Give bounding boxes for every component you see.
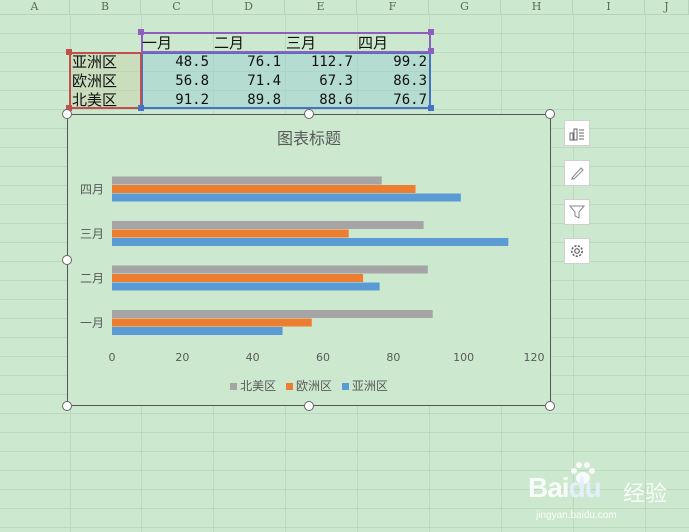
watermark-brand: Baidu: [528, 472, 602, 503]
value-cell[interactable]: 76.7: [357, 90, 427, 110]
category-tick-label: 二月: [80, 271, 104, 285]
value-cell[interactable]: 99.2: [357, 52, 427, 72]
legend-swatch: [341, 383, 349, 390]
watermark-jingyan: 经验: [623, 482, 668, 507]
value-cell[interactable]: 67.3: [285, 71, 353, 91]
baidu-watermark: Baidu 经验 jingyan.baidu.com: [528, 460, 678, 524]
legend-label: 欧洲区: [295, 379, 332, 393]
chart-filter-button[interactable]: [564, 199, 590, 225]
column-header-b[interactable]: B: [70, 0, 141, 14]
resize-handle-top[interactable]: [304, 109, 314, 119]
value-cell[interactable]: 88.6: [285, 90, 353, 110]
watermark-url: jingyan.baidu.com: [536, 510, 617, 521]
range-handle[interactable]: [428, 48, 434, 54]
legend-label: 亚洲区: [351, 379, 388, 393]
value-cell[interactable]: 112.7: [285, 52, 353, 72]
range-handle[interactable]: [428, 105, 434, 111]
header-cell[interactable]: 二月: [214, 33, 284, 53]
resize-handle-left[interactable]: [62, 255, 72, 265]
column-header-h[interactable]: H: [501, 0, 573, 14]
bar[interactable]: [112, 282, 380, 291]
x-tick-label: 120: [524, 351, 545, 364]
chart-legend[interactable]: 北美区 欧洲区 亚洲区: [68, 377, 550, 394]
column-header-g[interactable]: G: [429, 0, 501, 14]
bar[interactable]: [112, 274, 364, 282]
legend-item[interactable]: 欧洲区: [285, 377, 332, 394]
value-cell[interactable]: 48.5: [141, 52, 209, 72]
row-label-cell[interactable]: 亚洲区: [72, 52, 140, 72]
value-cell[interactable]: 76.1: [213, 52, 281, 72]
bar[interactable]: [112, 221, 424, 229]
value-cell[interactable]: 56.8: [141, 71, 209, 91]
bar-chart-plot[interactable]: 一月 二月 三月 四月 0 20 40 60 80 100 120: [68, 115, 552, 407]
value-cell[interactable]: 86.3: [357, 71, 427, 91]
column-header-c[interactable]: C: [141, 0, 213, 14]
legend-swatch: [230, 383, 238, 390]
row-label-cell[interactable]: 北美区: [72, 90, 140, 110]
column-header-f[interactable]: F: [357, 0, 429, 14]
bar[interactable]: [112, 318, 312, 327]
legend-item[interactable]: 北美区: [230, 377, 276, 394]
chart-elements-button[interactable]: [564, 120, 590, 146]
value-cell[interactable]: 71.4: [213, 71, 281, 91]
column-header-row: A B C D E F G H I J: [0, 0, 689, 15]
bar[interactable]: [112, 265, 428, 274]
chart-area[interactable]: 图表标题 一月 二月 三月 四月 0 20 40 60 80 100 120 北美区 欧洲区 亚洲区: [67, 114, 551, 406]
legend-item[interactable]: 亚洲区: [341, 377, 388, 394]
column-header-e[interactable]: E: [285, 0, 357, 14]
x-tick-label: 60: [316, 351, 330, 364]
category-tick-label: 三月: [80, 227, 104, 241]
bar[interactable]: [112, 238, 509, 246]
resize-handle-top-left[interactable]: [62, 109, 72, 119]
category-tick-label: 四月: [80, 182, 104, 196]
bar[interactable]: [112, 193, 461, 202]
chart-style-button[interactable]: [564, 160, 590, 186]
column-header-i[interactable]: I: [573, 0, 645, 14]
category-tick-label: 一月: [80, 316, 104, 330]
chart-settings-icon: [571, 245, 583, 257]
resize-handle-bottom-right[interactable]: [545, 401, 555, 411]
legend-label: 北美区: [240, 379, 277, 393]
x-tick-label: 40: [246, 351, 260, 364]
column-header-j[interactable]: J: [645, 0, 689, 14]
chart-elements-icon: [569, 128, 584, 141]
x-tick-label: 0: [109, 351, 116, 364]
range-handle[interactable]: [428, 29, 434, 35]
chart-settings-button[interactable]: [564, 238, 590, 264]
chart-filter-icon: [569, 205, 585, 219]
header-cell[interactable]: 一月: [142, 33, 212, 53]
column-header-d[interactable]: D: [213, 0, 285, 14]
x-tick-label: 80: [386, 351, 400, 364]
bar[interactable]: [112, 176, 382, 185]
x-tick-label: 20: [175, 351, 189, 364]
header-cell[interactable]: 三月: [286, 33, 356, 53]
header-cell[interactable]: 四月: [358, 33, 428, 53]
resize-handle-bottom-left[interactable]: [62, 401, 72, 411]
legend-swatch: [285, 383, 293, 390]
column-header-a[interactable]: A: [0, 0, 70, 14]
resize-handle-top-right[interactable]: [545, 109, 555, 119]
x-tick-label: 100: [453, 351, 474, 364]
bar[interactable]: [112, 229, 349, 238]
bar[interactable]: [112, 327, 283, 335]
bar[interactable]: [112, 185, 416, 193]
value-cell[interactable]: 89.8: [213, 90, 281, 110]
row-label-cell[interactable]: 欧洲区: [72, 71, 140, 91]
bar[interactable]: [112, 310, 433, 318]
chart-style-icon: [571, 167, 584, 180]
resize-handle-bottom[interactable]: [304, 401, 314, 411]
value-cell[interactable]: 91.2: [141, 90, 209, 110]
